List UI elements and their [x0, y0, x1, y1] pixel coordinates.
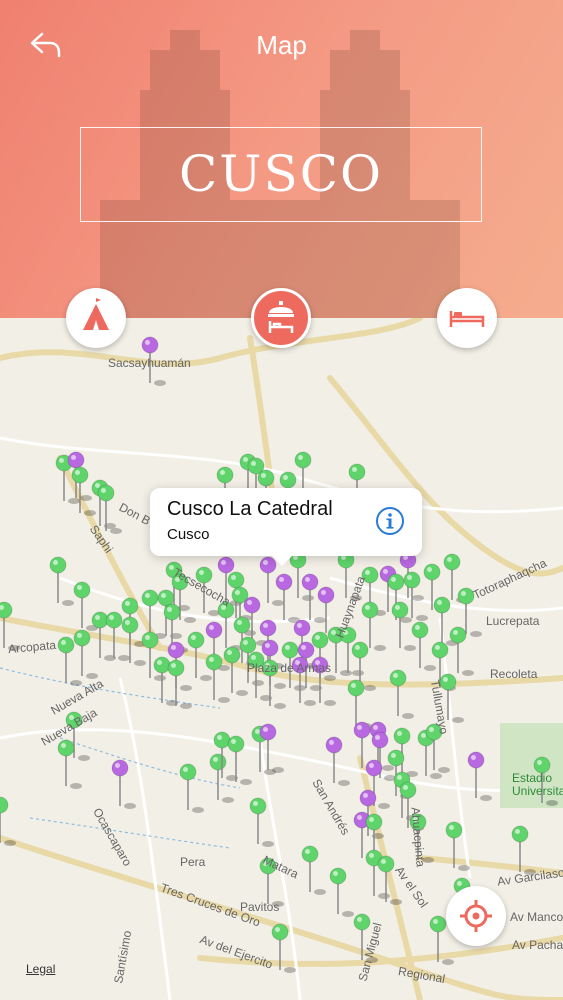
- map-pin-purple[interactable]: [275, 573, 300, 623]
- tent-icon: [83, 298, 109, 330]
- info-button[interactable]: [375, 506, 405, 536]
- locate-me-button[interactable]: [446, 886, 506, 946]
- header-banner: Map CUSCO: [0, 0, 563, 318]
- map-pin-purple[interactable]: [325, 736, 350, 786]
- map-pin-green[interactable]: [301, 845, 326, 895]
- category-attractions-button[interactable]: [66, 288, 126, 348]
- map-label: Av Manco: [510, 910, 563, 924]
- map-label: Recoleta: [490, 667, 538, 681]
- map-label: Sacsayhuamán: [108, 356, 191, 370]
- callout-title: Cusco La Catedral: [167, 498, 333, 520]
- page-title: Map: [256, 30, 307, 60]
- city-title-box: CUSCO: [80, 127, 482, 222]
- city-name: CUSCO: [179, 145, 383, 203]
- category-hotels-button[interactable]: [251, 288, 311, 348]
- map-pin-green[interactable]: [57, 739, 82, 789]
- stadium-label: Estadio Universitario: [512, 771, 563, 798]
- crosshair-icon: [460, 900, 492, 932]
- map-label: Pavitos: [240, 900, 280, 914]
- map-label: Lucrepata: [486, 614, 540, 628]
- hotel-bell-icon: [268, 301, 294, 333]
- map-label: Plaza de Armas: [247, 661, 332, 675]
- map-callout[interactable]: Cusco La Catedral Cusco: [150, 488, 422, 566]
- callout-arrow: [270, 554, 294, 566]
- map-label: Av Pacha: [512, 938, 563, 952]
- category-beds-button[interactable]: [437, 288, 497, 348]
- info-icon: [376, 507, 404, 535]
- map-pin-purple[interactable]: [111, 759, 136, 809]
- callout-subtitle: Cusco: [167, 526, 210, 543]
- map-pin-green[interactable]: [389, 669, 414, 719]
- map-pin-green[interactable]: [329, 867, 354, 917]
- bed-icon: [449, 311, 485, 327]
- map-pin-green[interactable]: [223, 646, 248, 696]
- map-label: Pera: [180, 855, 206, 869]
- legal-link[interactable]: Legal: [26, 962, 55, 976]
- map-pin-purple[interactable]: [467, 751, 492, 801]
- map-pin-green[interactable]: [179, 763, 204, 813]
